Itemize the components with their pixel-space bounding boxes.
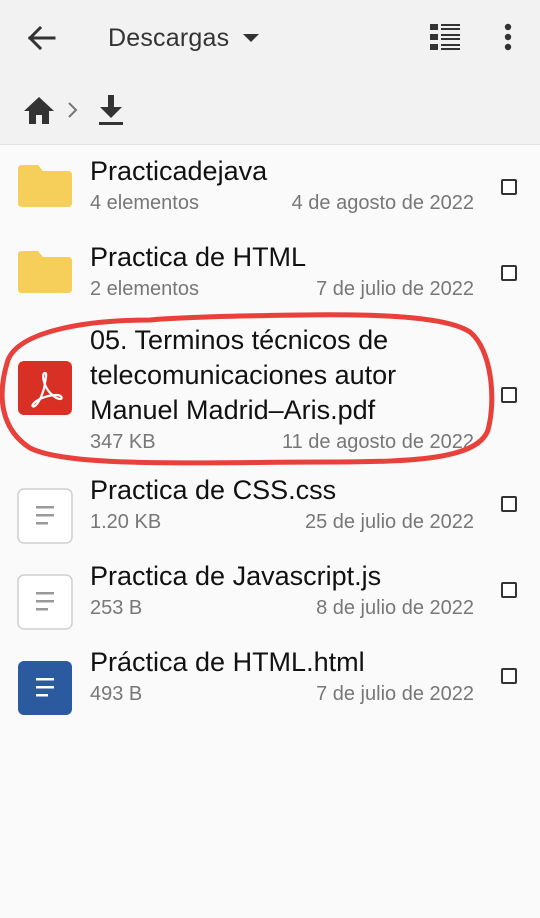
folder-icon — [18, 165, 72, 207]
pdf-icon — [18, 361, 72, 415]
breadcrumb-home[interactable] — [22, 94, 56, 126]
file-name: Practica de Javascript.js — [90, 561, 382, 591]
more-options-button[interactable] — [494, 18, 522, 56]
dropdown-caret-icon — [243, 34, 260, 42]
file-name-line: Manuel Madrid–Aris.pdf — [90, 395, 376, 425]
select-checkbox[interactable] — [501, 582, 517, 598]
breadcrumb-downloads[interactable] — [94, 92, 128, 128]
page-title: Descargas — [108, 23, 230, 52]
text-file-icon — [17, 488, 73, 544]
file-name: Practicadejava — [90, 156, 268, 186]
list-view-icon — [430, 24, 460, 50]
select-checkbox[interactable] — [501, 496, 517, 512]
file-date: 7 de julio de 2022 — [316, 278, 474, 300]
download-icon — [99, 95, 123, 125]
file-info: 4 elementos — [90, 192, 199, 214]
back-button[interactable] — [22, 20, 62, 56]
select-checkbox[interactable] — [501, 387, 517, 403]
folder-selector[interactable]: Descargas — [108, 20, 260, 56]
app-bar: Descargas — [0, 0, 540, 74]
file-date: 7 de julio de 2022 — [316, 683, 474, 705]
file-name: Práctica de HTML.html — [90, 647, 365, 677]
file-date: 4 de agosto de 2022 — [291, 192, 474, 214]
file-name-line: 05. Terminos técnicos de — [90, 325, 389, 355]
list-item[interactable]: Practica de HTML 2 elementos 7 de julio … — [0, 231, 540, 317]
arrow-back-icon — [27, 25, 56, 51]
list-item[interactable]: 05. Terminos técnicos de telecomunicacio… — [0, 317, 540, 473]
text-file-icon — [17, 574, 73, 630]
list-item[interactable]: Practicadejava 4 elementos 4 de agosto d… — [0, 145, 540, 231]
list-item[interactable]: Practica de Javascript.js 253 B 8 de jul… — [0, 559, 540, 645]
chevron-right-icon — [68, 102, 78, 118]
list-item[interactable]: Práctica de HTML.html 493 B 7 de julio d… — [0, 645, 540, 731]
file-info: 1.20 KB — [90, 511, 162, 533]
file-date: 25 de julio de 2022 — [304, 511, 474, 533]
file-date: 8 de julio de 2022 — [316, 597, 474, 619]
file-list: Practicadejava 4 elementos 4 de agosto d… — [0, 145, 540, 731]
file-info: 347 KB — [90, 431, 156, 453]
list-item[interactable]: Practica de CSS.css 1.20 KB 25 de julio … — [0, 473, 540, 559]
select-checkbox[interactable] — [501, 668, 517, 684]
file-info: 493 B — [90, 683, 143, 705]
file-name: Practica de CSS.css — [90, 475, 337, 505]
list-view-button[interactable] — [426, 18, 464, 56]
select-checkbox[interactable] — [501, 179, 517, 195]
file-info: 253 B — [90, 597, 143, 619]
file-name-line: telecomunicaciones autor — [90, 360, 397, 390]
select-checkbox[interactable] — [501, 265, 517, 281]
file-name: Practica de HTML — [90, 242, 307, 272]
file-date: 11 de agosto de 2022 — [281, 431, 474, 453]
more-vert-icon — [504, 23, 512, 51]
file-info: 2 elementos — [90, 278, 199, 300]
folder-icon — [18, 251, 72, 293]
document-icon — [18, 661, 72, 715]
breadcrumb — [0, 74, 540, 145]
home-icon — [24, 97, 54, 124]
